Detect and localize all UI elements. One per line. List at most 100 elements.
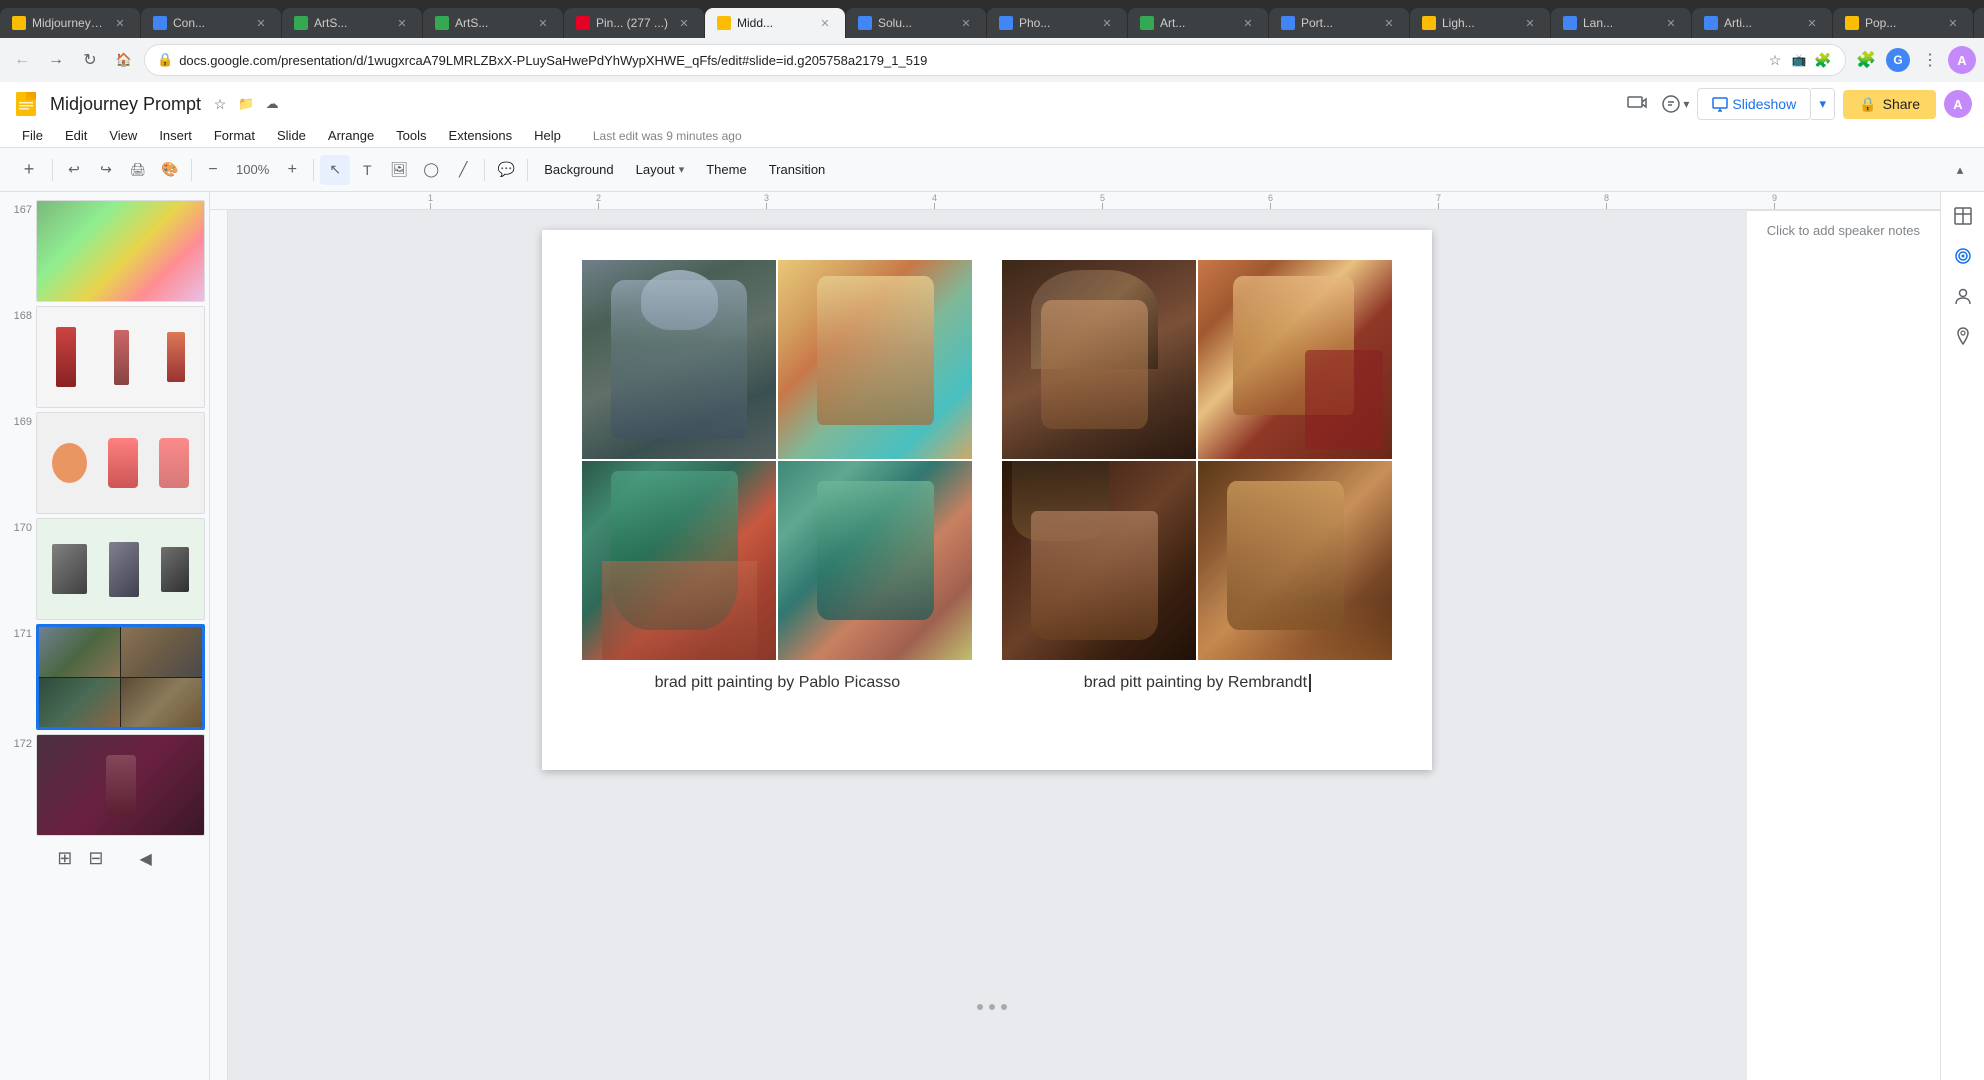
slide-thumb-171[interactable] xyxy=(36,624,205,730)
tab-11-close[interactable]: ✕ xyxy=(1522,15,1538,31)
bookmark-icon[interactable]: ☆ xyxy=(1765,50,1785,70)
slide-thumb-168[interactable] xyxy=(36,306,205,408)
sidebar-table-icon[interactable] xyxy=(1947,200,1979,232)
tab-10-close[interactable]: ✕ xyxy=(1381,15,1397,31)
menu-format[interactable]: Format xyxy=(204,124,265,147)
present-icon[interactable] xyxy=(1621,88,1653,120)
panel-collapse-button[interactable]: ◀ xyxy=(139,849,151,869)
slide-thumb-row-172[interactable]: 172 xyxy=(4,734,205,836)
menu-arrange[interactable]: Arrange xyxy=(318,124,384,147)
tab-1-close[interactable]: ✕ xyxy=(112,15,128,31)
comment-button[interactable]: 💬 xyxy=(491,155,521,185)
slideshow-button[interactable]: Slideshow xyxy=(1697,88,1811,120)
toolbar-collapse-button[interactable]: ▴ xyxy=(1948,158,1972,182)
slide-thumb-169[interactable] xyxy=(36,412,205,514)
slide-thumb-172[interactable] xyxy=(36,734,205,836)
settings-button[interactable]: ⋮ xyxy=(1916,46,1944,74)
tab-6-close[interactable]: ✕ xyxy=(817,15,833,31)
tab-11[interactable]: Ligh... ✕ xyxy=(1410,8,1550,38)
tab-4[interactable]: ArtS... ✕ xyxy=(423,8,563,38)
sidebar-person-icon[interactable] xyxy=(1947,280,1979,312)
menu-insert[interactable]: Insert xyxy=(149,124,202,147)
text-tool[interactable]: T xyxy=(352,155,382,185)
zoom-out-button[interactable]: − xyxy=(198,155,228,185)
insert-button[interactable]: + xyxy=(12,155,46,185)
tab-13-close[interactable]: ✕ xyxy=(1804,15,1820,31)
menu-edit[interactable]: Edit xyxy=(55,124,97,147)
comments-button[interactable]: ▾ xyxy=(1661,94,1689,114)
select-tool[interactable]: ↖ xyxy=(320,155,350,185)
slide-thumb-row-169[interactable]: 169 xyxy=(4,412,205,514)
slide-canvas[interactable]: brad pitt painting by Pablo Picasso xyxy=(542,230,1432,770)
tab-5-close[interactable]: ✕ xyxy=(676,15,692,31)
back-button[interactable]: ← xyxy=(8,46,36,74)
print-button[interactable]: 🖨 xyxy=(123,155,153,185)
cast-icon[interactable]: 📺 xyxy=(1789,50,1809,70)
reload-button[interactable]: ↻ xyxy=(76,46,104,74)
menu-tools[interactable]: Tools xyxy=(386,124,436,147)
tab-14-close[interactable]: ✕ xyxy=(1945,15,1961,31)
slideshow-dropdown[interactable]: ▾ xyxy=(1811,88,1835,120)
tab-3[interactable]: ArtS... ✕ xyxy=(282,8,422,38)
forward-button[interactable]: → xyxy=(42,46,70,74)
share-button[interactable]: 🔒 Share xyxy=(1843,90,1936,119)
menu-file[interactable]: File xyxy=(12,124,53,147)
tab-2-close[interactable]: ✕ xyxy=(253,15,269,31)
slide-thumb-167[interactable] xyxy=(36,200,205,302)
image-tool[interactable]: 🖼 xyxy=(384,155,414,185)
paint-format-button[interactable]: 🎨 xyxy=(155,155,185,185)
tab-2[interactable]: Con... ✕ xyxy=(141,8,281,38)
extensions-button[interactable]: 🧩 xyxy=(1852,46,1880,74)
extensions-icon[interactable]: 🧩 xyxy=(1813,50,1833,70)
theme-button[interactable]: Theme xyxy=(696,155,756,185)
menu-slide[interactable]: Slide xyxy=(267,124,316,147)
slide-thumb-170[interactable] xyxy=(36,518,205,620)
save-status-icon[interactable]: ☁ xyxy=(261,93,283,115)
zoom-level[interactable]: 100% xyxy=(230,155,275,185)
sidebar-location-icon[interactable] xyxy=(1947,320,1979,352)
filmstrip-button[interactable]: ⊟ xyxy=(88,848,103,869)
tab-13[interactable]: Arti... ✕ xyxy=(1692,8,1832,38)
shape-tool[interactable]: ◯ xyxy=(416,155,446,185)
line-tool[interactable]: ╱ xyxy=(448,155,478,185)
home-button[interactable]: 🏠 xyxy=(110,46,138,74)
tab-10[interactable]: Port... ✕ xyxy=(1269,8,1409,38)
app-title[interactable]: Midjourney Prompt xyxy=(50,94,201,115)
slide-thumb-row-170[interactable]: 170 xyxy=(4,518,205,620)
tab-7-close[interactable]: ✕ xyxy=(958,15,974,31)
user-avatar[interactable]: A xyxy=(1944,90,1972,118)
user-profile-button[interactable]: A xyxy=(1948,46,1976,74)
layout-button[interactable]: Layout ▾ xyxy=(626,155,695,185)
tab-8[interactable]: Pho... ✕ xyxy=(987,8,1127,38)
left-caption[interactable]: brad pitt painting by Pablo Picasso xyxy=(655,674,900,692)
tab-1[interactable]: Midjourney Prompt ✕ xyxy=(0,8,140,38)
tab-4-close[interactable]: ✕ xyxy=(535,15,551,31)
tab-12[interactable]: Lan... ✕ xyxy=(1551,8,1691,38)
menu-extensions[interactable]: Extensions xyxy=(439,124,523,147)
tab-12-close[interactable]: ✕ xyxy=(1663,15,1679,31)
redo-button[interactable]: ↪ xyxy=(91,155,121,185)
slide-thumb-row-168[interactable]: 168 xyxy=(4,306,205,408)
move-icon[interactable]: 📁 xyxy=(235,93,257,115)
undo-button[interactable]: ↩ xyxy=(59,155,89,185)
tab-3-close[interactable]: ✕ xyxy=(394,15,410,31)
background-button[interactable]: Background xyxy=(534,155,623,185)
tab-15[interactable]: Lea... ✕ xyxy=(1974,8,1984,38)
right-caption[interactable]: brad pitt painting by Rembrandt xyxy=(1084,674,1311,692)
tab-9[interactable]: Art... ✕ xyxy=(1128,8,1268,38)
transition-button[interactable]: Transition xyxy=(759,155,836,185)
slide-thumb-row-167[interactable]: 167 xyxy=(4,200,205,302)
menu-help[interactable]: Help xyxy=(524,124,571,147)
sidebar-target-icon[interactable] xyxy=(1947,240,1979,272)
grid-view-button[interactable]: ⊞ xyxy=(57,848,72,869)
speaker-notes-area[interactable]: Click to add speaker notes xyxy=(1747,210,1940,1080)
zoom-in-button[interactable]: + xyxy=(277,155,307,185)
profile-button[interactable]: G xyxy=(1884,46,1912,74)
tab-5[interactable]: Pin... (277 ...) ✕ xyxy=(564,8,704,38)
slide-thumb-row-171[interactable]: 171 xyxy=(4,624,205,730)
tab-14[interactable]: Pop... ✕ xyxy=(1833,8,1973,38)
tab-6[interactable]: Midd... ✕ xyxy=(705,8,845,38)
tab-7[interactable]: Solu... ✕ xyxy=(846,8,986,38)
tab-9-close[interactable]: ✕ xyxy=(1240,15,1256,31)
tab-8-close[interactable]: ✕ xyxy=(1099,15,1115,31)
